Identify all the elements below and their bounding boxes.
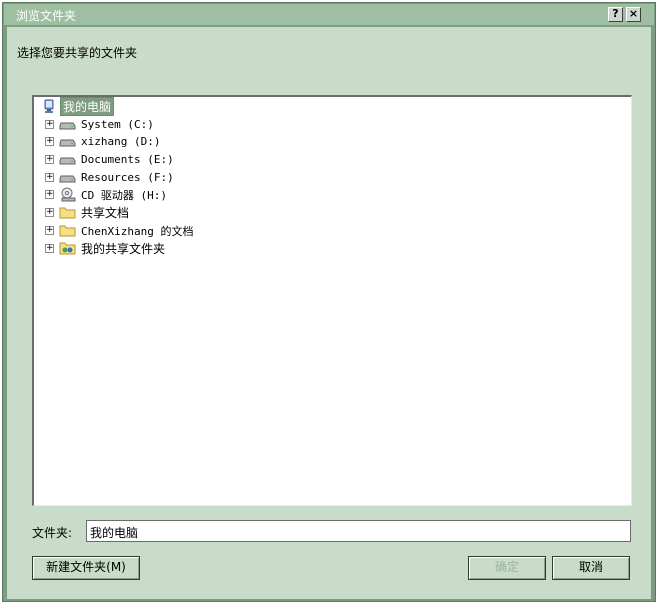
tree-item-label: ChenXizhang 的文档 — [81, 224, 194, 238]
tree-item-user-documents[interactable]: + ChenXizhang 的文档 — [34, 222, 294, 239]
folder-icon — [59, 205, 76, 220]
help-button[interactable]: ? — [608, 7, 623, 22]
tree-item-label: CD 驱动器 (H:) — [81, 188, 167, 202]
folder-tree[interactable]: 我的电脑 + System (C:) + xizhang (D:) + Docu… — [32, 95, 632, 506]
tree-item-label: Documents (E:) — [81, 153, 174, 166]
expand-icon[interactable]: + — [45, 190, 54, 199]
tree-root-my-computer[interactable]: 我的电脑 — [40, 97, 115, 116]
expand-icon[interactable]: + — [45, 208, 54, 217]
title-bar[interactable]: 浏览文件夹 ? × — [4, 4, 654, 25]
tree-item-system-c[interactable]: + System (C:) — [34, 116, 234, 133]
hard-drive-icon — [59, 152, 76, 167]
tree-item-label: 共享文档 — [81, 206, 130, 220]
browse-folder-dialog: 浏览文件夹 ? × 选择您要共享的文件夹 我的电脑 + System (C:) … — [2, 2, 656, 602]
expand-icon[interactable]: + — [45, 244, 54, 253]
prompt-text: 选择您要共享的文件夹 — [17, 46, 138, 60]
tree-item-my-shared-folder[interactable]: + 我的共享文件夹 — [34, 240, 294, 257]
tree-item-label: xizhang (D:) — [81, 135, 161, 148]
tree-item-label: Resources (F:) — [81, 171, 174, 184]
tree-item-label: System (C:) — [81, 118, 154, 131]
tree-item-resources-f[interactable]: + Resources (F:) — [34, 169, 234, 186]
expand-icon[interactable]: + — [45, 155, 54, 164]
cancel-button[interactable]: 取消 — [552, 556, 630, 580]
hard-drive-icon — [59, 134, 76, 149]
tree-item-xizhang-d[interactable]: + xizhang (D:) — [34, 133, 234, 150]
expand-icon[interactable]: + — [45, 226, 54, 235]
ok-button[interactable]: 确定 — [468, 556, 546, 580]
tree-item-cd-drive-h[interactable]: + CD 驱动器 (H:) — [34, 186, 234, 203]
tree-item-documents-e[interactable]: + Documents (E:) — [34, 151, 234, 168]
shared-folder-icon — [59, 241, 76, 256]
folder-field-label: 文件夹: — [32, 526, 73, 540]
expand-icon[interactable]: + — [45, 120, 54, 129]
tree-item-label: 我的共享文件夹 — [81, 242, 166, 256]
my-computer-icon — [40, 99, 57, 114]
hard-drive-icon — [59, 170, 76, 185]
new-folder-button[interactable]: 新建文件夹(M) — [32, 556, 140, 580]
folder-icon — [59, 223, 76, 238]
window-title: 浏览文件夹 — [16, 9, 77, 23]
close-button[interactable]: × — [626, 7, 641, 22]
cd-drive-icon — [59, 187, 76, 202]
hard-drive-icon — [59, 117, 76, 132]
tree-item-shared-documents[interactable]: + 共享文档 — [34, 204, 234, 221]
dialog-body: 选择您要共享的文件夹 我的电脑 + System (C:) + xizhang … — [7, 27, 651, 599]
expand-icon[interactable]: + — [45, 173, 54, 182]
folder-path-input[interactable]: 我的电脑 — [86, 520, 631, 542]
expand-icon[interactable]: + — [45, 137, 54, 146]
tree-root-label: 我的电脑 — [60, 97, 115, 116]
